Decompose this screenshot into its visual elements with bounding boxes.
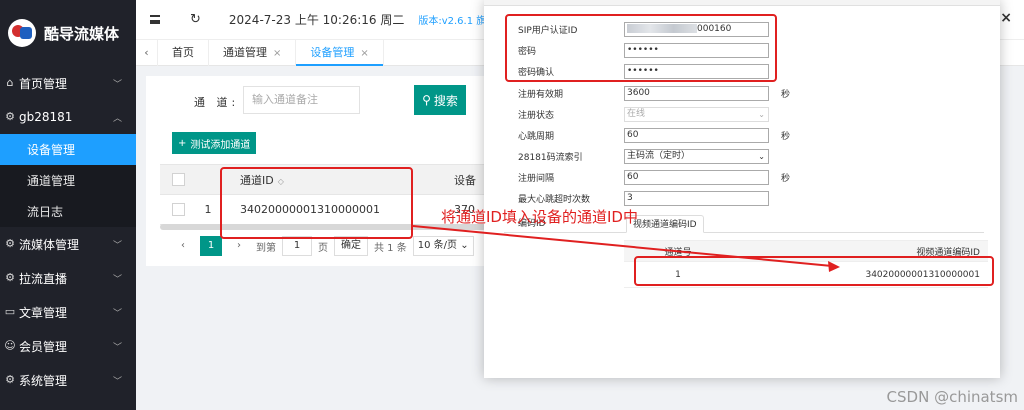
select-all-checkbox[interactable] <box>171 173 185 186</box>
datetime: 2024-7-23 上午 10:26:16 周二 <box>228 13 405 27</box>
menu-label: 会员管理 <box>19 339 68 354</box>
tab-device[interactable]: 设备管理 × <box>296 39 384 66</box>
goto-page-input[interactable]: 1 <box>282 236 312 256</box>
logo: 酷导流媒体 <box>0 0 136 66</box>
submenu-item-stream-log[interactable]: 流日志 <box>0 196 136 227</box>
menu-label: 首页管理 <box>19 76 68 91</box>
search-row: 通 道: 输入通道备注 ⚲ 搜索 <box>146 85 486 115</box>
watermark: CSDN @chinatsm <box>886 388 1018 406</box>
live-icon: ⚙ <box>5 271 15 284</box>
menu-item-gb28181[interactable]: ⚙ gb28181 ︿ <box>0 100 136 134</box>
submenu-gb28181: 设备管理 通道管理 流日志 <box>0 134 136 227</box>
chevron-down-icon: ﹀ <box>112 308 122 319</box>
highlight-sip-credentials <box>505 14 777 82</box>
highlight-video-channel-id <box>634 256 994 286</box>
tab-scroll-left-icon[interactable]: ‹ <box>136 39 158 66</box>
menu-item-media[interactable]: ⚙ 流媒体管理 ﹀ <box>0 227 136 261</box>
gear-icon: ⚙ <box>5 110 15 123</box>
page-current[interactable]: 1 <box>200 236 222 256</box>
submenu-item-device[interactable]: 设备管理 <box>0 134 136 165</box>
logo-icon <box>8 19 36 47</box>
page-size-select[interactable]: 10 条/页 ⌄ <box>412 236 474 256</box>
tab-label: 设备管理 <box>310 45 355 59</box>
hamburger-icon[interactable] <box>150 15 160 24</box>
search-button-label: 搜索 <box>433 93 458 108</box>
chevron-down-icon: ﹀ <box>112 274 122 285</box>
add-channel-button[interactable]: + 测试添加通道 <box>172 132 257 154</box>
close-icon[interactable]: × <box>1000 10 1012 26</box>
goto-label: 到第 <box>256 242 276 254</box>
stream-index-select[interactable]: 主码流（定时） ⌄ <box>624 148 769 164</box>
menu-item-article[interactable]: ▭ 文章管理 ﹀ <box>0 295 136 329</box>
max-heartbeat-timeout-input[interactable]: 3 <box>624 190 769 206</box>
add-channel-label: 测试添加通道 <box>190 139 251 151</box>
highlight-channel-id <box>220 167 413 239</box>
register-expiry-input[interactable]: 3600 <box>624 85 769 101</box>
chevron-down-icon: ﹀ <box>112 342 122 353</box>
page-unit: 页 <box>318 242 328 254</box>
settings-icon: ⚙ <box>5 373 15 386</box>
search-button[interactable]: ⚲ 搜索 <box>414 85 466 115</box>
refresh-icon[interactable]: ↻ <box>190 12 201 27</box>
register-status-select: 在线 ⌄ <box>624 106 769 122</box>
search-input[interactable]: 输入通道备注 <box>243 86 360 114</box>
chevron-up-icon: ︿ <box>112 113 122 124</box>
chevron-down-icon: ﹀ <box>112 240 122 251</box>
stream-icon: ⚙ <box>5 237 15 250</box>
menu-label: 流媒体管理 <box>19 237 80 252</box>
close-icon[interactable]: × <box>273 48 281 59</box>
register-interval-input[interactable]: 60 <box>624 169 769 185</box>
sidebar: 酷导流媒体 ⌂ 首页管理 ﹀ ⚙ gb28181 ︿ 设备管理 通道管理 流日志… <box>0 0 136 410</box>
search-label: 通 道: <box>194 96 240 109</box>
logo-text: 酷导流媒体 <box>44 24 120 43</box>
menu-item-home[interactable]: ⌂ 首页管理 ﹀ <box>0 66 136 100</box>
plus-icon: + <box>178 137 187 149</box>
heartbeat-input[interactable]: 60 <box>624 127 769 143</box>
article-icon: ▭ <box>4 305 16 318</box>
total-count: 共 1 条 <box>374 242 407 254</box>
goto-confirm-button[interactable]: 确定 <box>334 236 368 256</box>
home-icon: ⌂ <box>6 76 14 89</box>
menu-label: 拉流直播 <box>19 271 68 286</box>
submenu-item-channel[interactable]: 通道管理 <box>0 165 136 196</box>
menu-item-live[interactable]: ⚙ 拉流直播 ﹀ <box>0 261 136 295</box>
pagination: ‹ 1 › 到第 1 页 确定 共 1 条 10 条/页 ⌄ <box>172 236 474 256</box>
menu-label: 系统管理 <box>19 373 68 388</box>
row-checkbox[interactable] <box>171 203 185 216</box>
col-header-device: 设备 <box>454 173 476 187</box>
chevron-down-icon: ﹀ <box>112 79 122 90</box>
annotation-text: 将通道ID填入设备的通道ID中 <box>441 208 638 226</box>
prev-page-icon[interactable]: ‹ <box>172 236 194 256</box>
chevron-down-icon: ⌄ <box>758 109 765 119</box>
next-page-icon[interactable]: › <box>228 236 250 256</box>
tab-channel[interactable]: 通道管理 × <box>209 39 297 66</box>
menu-label: gb28181 <box>19 110 73 124</box>
menu-item-member[interactable]: ☺ 会员管理 ﹀ <box>0 329 136 363</box>
menu-item-system[interactable]: ⚙ 系统管理 ﹀ <box>0 363 136 397</box>
user-icon: ☺ <box>4 339 16 352</box>
tab-home[interactable]: 首页 <box>158 39 209 66</box>
chevron-down-icon: ⌄ <box>758 151 765 161</box>
row-number: 1 <box>204 203 212 216</box>
chevron-down-icon: ﹀ <box>112 376 122 387</box>
close-icon[interactable]: × <box>360 48 368 59</box>
tab-label: 首页 <box>172 45 194 59</box>
dialog-toolbar <box>484 0 1000 6</box>
tab-label: 通道管理 <box>223 45 267 59</box>
menu-label: 文章管理 <box>19 305 68 320</box>
search-icon: ⚲ <box>422 93 431 107</box>
